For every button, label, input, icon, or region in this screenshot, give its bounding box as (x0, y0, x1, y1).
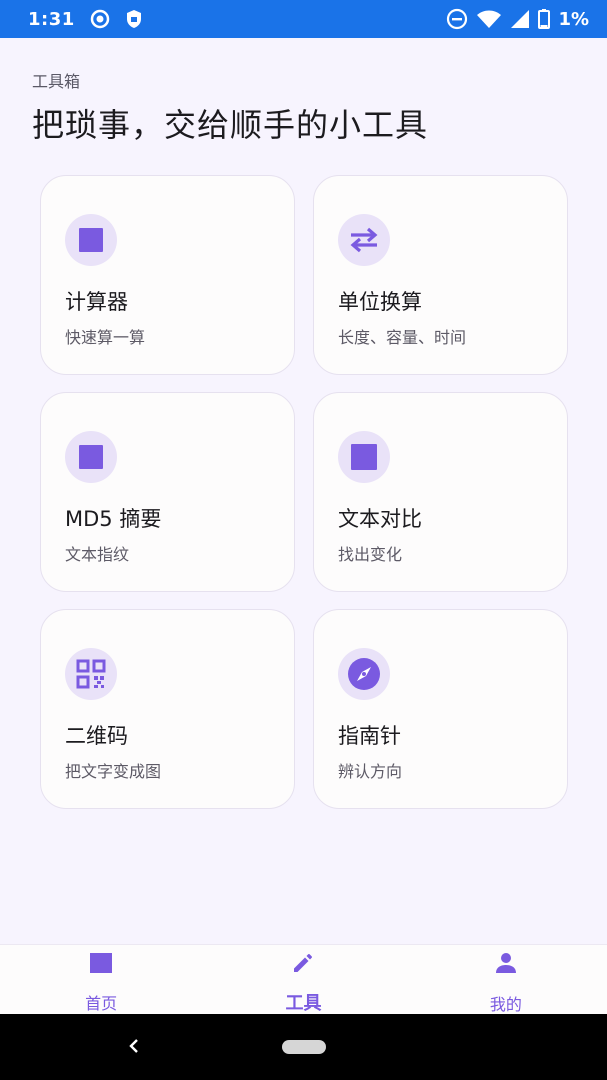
page-title: 把琐事，交给顺手的小工具 (32, 106, 429, 144)
tool-title: MD5 摘要 (65, 507, 162, 531)
tool-grid: 计算器 快速算一算 单位换算 长度、容量、时间 MD5 摘要 文本指纹 文本对比… (40, 175, 568, 809)
back-icon[interactable] (124, 1036, 144, 1060)
status-bar: 1:31 1% (0, 0, 607, 38)
qr-code-icon (65, 648, 117, 700)
tool-title: 文本对比 (338, 507, 422, 531)
tool-subtitle: 找出变化 (338, 545, 403, 564)
battery-icon (538, 9, 551, 29)
tool-card-qr-code[interactable]: 二维码 把文字变成图 (40, 609, 295, 809)
nav-home[interactable]: 首页 (0, 945, 202, 1014)
shield-icon (125, 9, 143, 29)
tool-subtitle: 长度、容量、时间 (338, 328, 467, 347)
signal-icon (510, 9, 530, 29)
pencil-icon (291, 951, 315, 975)
nav-label-tools: 工具 (285, 993, 322, 1014)
tool-title: 计算器 (65, 290, 128, 314)
nav-tools[interactable]: 工具 (202, 945, 404, 1014)
dnd-icon (446, 8, 468, 30)
tool-card-unit-converter[interactable]: 单位换算 长度、容量、时间 (313, 175, 568, 375)
bottom-nav: 首页 工具 我的 (0, 944, 607, 1014)
home-pill[interactable] (282, 1040, 326, 1054)
tool-subtitle: 辨认方向 (338, 762, 403, 781)
tool-title: 二维码 (65, 724, 128, 748)
tool-card-md5[interactable]: MD5 摘要 文本指纹 (40, 392, 295, 592)
compare-icon (338, 431, 390, 483)
nav-label-home: 首页 (85, 994, 118, 1013)
tool-card-calculator[interactable]: 计算器 快速算一算 (40, 175, 295, 375)
battery-percent: 1% (558, 8, 589, 30)
swap-arrows-icon (338, 214, 390, 266)
nav-label-profile: 我的 (489, 995, 522, 1014)
tool-subtitle: 快速算一算 (65, 328, 146, 347)
page-header: 工具箱 把琐事，交给顺手的小工具 (32, 68, 575, 146)
hash-icon (65, 431, 117, 483)
nav-profile[interactable]: 我的 (405, 945, 607, 1014)
wifi-icon (476, 9, 502, 29)
calculator-icon (65, 214, 117, 266)
tool-subtitle: 把文字变成图 (65, 762, 162, 781)
home-icon (89, 951, 113, 974)
system-nav-bar (0, 1014, 607, 1080)
record-icon (89, 8, 111, 30)
tool-subtitle: 文本指纹 (65, 545, 130, 564)
status-time: 1:31 (28, 8, 75, 30)
person-icon (494, 951, 518, 975)
tool-card-compass[interactable]: 指南针 辨认方向 (313, 609, 568, 809)
page-eyebrow: 工具箱 (32, 72, 81, 91)
tool-title: 指南针 (338, 724, 401, 748)
compass-icon (338, 648, 390, 700)
tool-card-text-compare[interactable]: 文本对比 找出变化 (313, 392, 568, 592)
tool-title: 单位换算 (338, 290, 422, 314)
